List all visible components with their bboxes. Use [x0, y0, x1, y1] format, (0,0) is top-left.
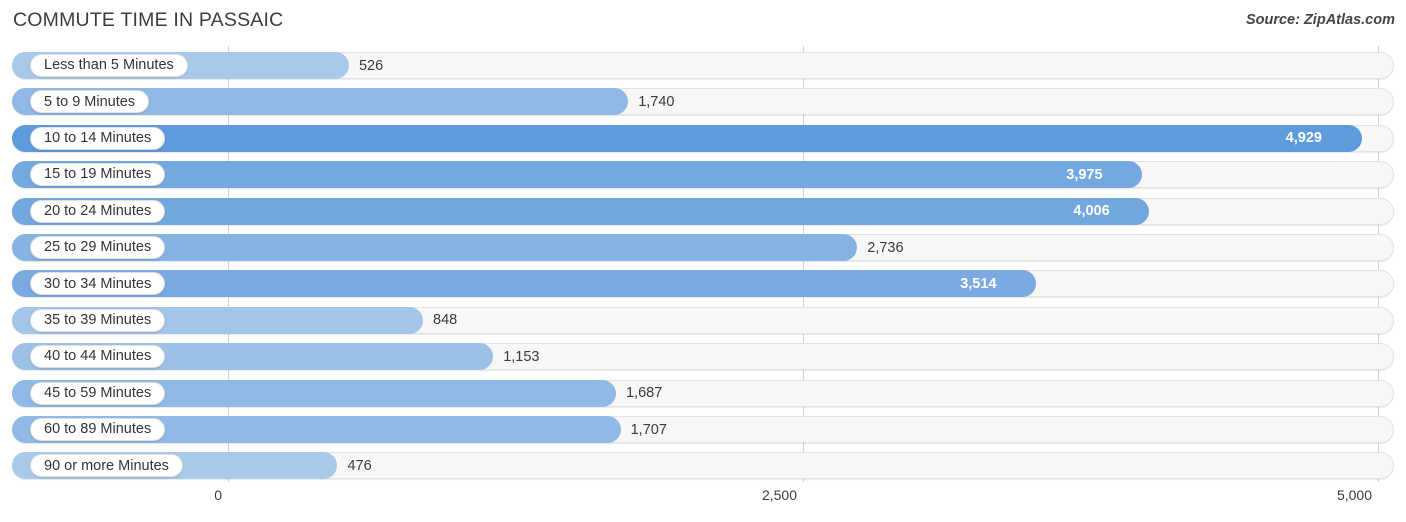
- category-label-pill: 10 to 14 Minutes: [30, 126, 166, 150]
- category-label: 40 to 44 Minutes: [44, 348, 152, 365]
- bar-row[interactable]: 60 to 89 Minutes 1,707: [12, 416, 1394, 443]
- category-label: 45 to 59 Minutes: [44, 384, 152, 401]
- bar-fill: [12, 124, 1362, 152]
- bar-row[interactable]: Less than 5 Minutes 526: [12, 52, 1394, 79]
- category-label: 5 to 9 Minutes: [44, 93, 136, 110]
- bar-value-label: 3,514: [960, 275, 997, 292]
- x-axis-tick-label: 5,000: [1336, 487, 1372, 503]
- category-label: 15 to 19 Minutes: [44, 166, 152, 183]
- bar-fill: [12, 270, 1037, 298]
- bar-value-label: 476: [347, 457, 372, 474]
- bar-fill: [12, 197, 1150, 225]
- bar-row[interactable]: 20 to 24 Minutes 4,006: [12, 197, 1394, 225]
- category-label: 60 to 89 Minutes: [44, 421, 152, 438]
- bar-row[interactable]: 90 or more Minutes 476: [12, 452, 1394, 480]
- bar-row[interactable]: 40 to 44 Minutes 1,153: [12, 343, 1394, 371]
- category-label-pill: Less than 5 Minutes: [30, 54, 188, 77]
- category-label-pill: 20 to 24 Minutes: [30, 199, 166, 223]
- category-label-pill: 15 to 19 Minutes: [30, 163, 166, 187]
- source-attribution: Source: ZipAtlas.com: [1245, 12, 1395, 28]
- bar-value-label: 1,687: [626, 385, 663, 402]
- bar-row[interactable]: 35 to 39 Minutes 848: [12, 306, 1394, 334]
- category-label-pill: 60 to 89 Minutes: [30, 418, 166, 441]
- category-label: 20 to 24 Minutes: [44, 202, 152, 219]
- x-axis-tick-label: 2,500: [761, 487, 797, 503]
- category-label: 35 to 39 Minutes: [44, 312, 152, 329]
- category-label-pill: 40 to 44 Minutes: [30, 345, 166, 369]
- bar-value-label: 526: [358, 57, 384, 74]
- category-label-pill: 25 to 29 Minutes: [30, 236, 166, 259]
- bar-row[interactable]: 45 to 59 Minutes 1,687: [12, 379, 1394, 407]
- bar-value-label: 1,707: [630, 421, 667, 438]
- category-label: 90 or more Minutes: [44, 457, 169, 474]
- bar-value-label: 1,153: [503, 348, 540, 365]
- x-axis-tick-label: 0: [214, 487, 222, 503]
- category-label: 30 to 34 Minutes: [44, 275, 152, 292]
- page-title: COMMUTE TIME IN PASSAIC: [13, 9, 284, 31]
- bar-fill: [12, 161, 1143, 189]
- bar-row[interactable]: 5 to 9 Minutes 1,740: [12, 88, 1394, 116]
- category-label-pill: 90 or more Minutes: [30, 454, 183, 478]
- category-label: Less than 5 Minutes: [44, 57, 174, 74]
- bar-value-label: 4,006: [1073, 203, 1110, 220]
- chart-header: COMMUTE TIME IN PASSAIC Source: ZipAtlas…: [0, 0, 1406, 46]
- bar-value-label: 2,736: [867, 239, 904, 256]
- bar-row[interactable]: 30 to 34 Minutes 3,514: [12, 270, 1394, 298]
- category-label-pill: 5 to 9 Minutes: [30, 90, 150, 114]
- bar-value-label: 848: [433, 312, 458, 329]
- bar-row[interactable]: 15 to 19 Minutes 3,975: [12, 161, 1394, 189]
- category-label-pill: 35 to 39 Minutes: [30, 308, 166, 332]
- category-label: 25 to 29 Minutes: [44, 239, 152, 256]
- category-label-pill: 30 to 34 Minutes: [30, 272, 166, 296]
- x-axis: 0 2,500 5,000: [0, 482, 1406, 522]
- category-label-pill: 45 to 59 Minutes: [30, 381, 166, 405]
- bar-row[interactable]: 25 to 29 Minutes 2,736: [12, 234, 1394, 261]
- bar-row[interactable]: 10 to 14 Minutes 4,929: [12, 124, 1394, 152]
- bar-value-label: 1,740: [638, 93, 675, 110]
- bar-value-label: 3,975: [1066, 166, 1103, 183]
- bar-value-label: 4,929: [1285, 130, 1322, 147]
- category-label: 10 to 14 Minutes: [44, 130, 152, 147]
- bar-rows: Less than 5 Minutes 526 5 to 9 Minutes 1,74…: [0, 46, 1406, 482]
- plot-area: Less than 5 Minutes 526 5 to 9 Minutes 1,74…: [0, 46, 1406, 482]
